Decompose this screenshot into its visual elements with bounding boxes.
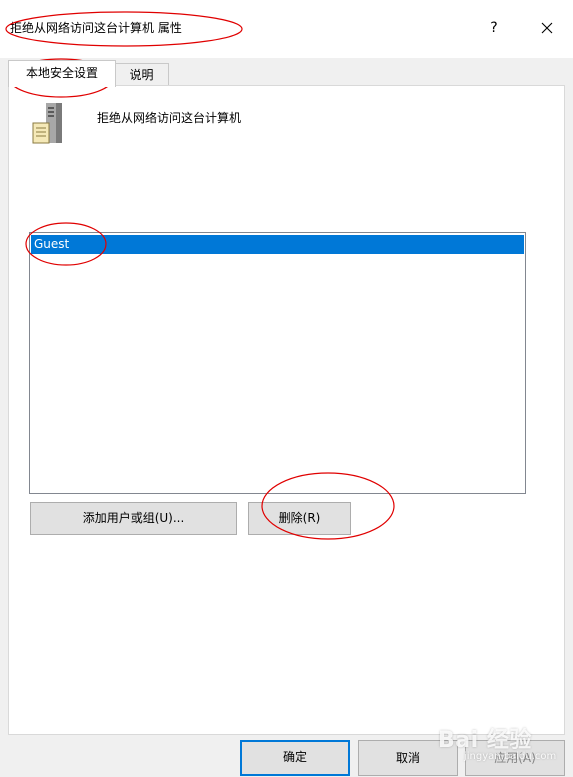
close-icon <box>541 22 553 34</box>
title-bar: 拒绝从网络访问这台计算机 属性 ? <box>0 0 573 58</box>
tab-explain[interactable]: 说明 <box>114 63 169 86</box>
cancel-button[interactable]: 取消 <box>358 740 458 776</box>
members-listbox[interactable]: Guest <box>29 232 526 494</box>
server-computer-icon <box>32 103 62 144</box>
policy-name: 拒绝从网络访问这台计算机 <box>97 111 242 125</box>
apply-button[interactable]: 应用(A) <box>465 740 565 776</box>
remove-button[interactable]: 删除(R) <box>248 502 351 535</box>
ok-button[interactable]: 确定 <box>240 740 350 776</box>
window-title: 拒绝从网络访问这台计算机 属性 <box>10 21 182 35</box>
tab-local-security-setting[interactable]: 本地安全设置 <box>8 60 116 87</box>
close-button[interactable] <box>534 14 560 42</box>
help-button[interactable]: ? <box>482 14 506 42</box>
list-item-guest[interactable]: Guest <box>31 235 524 254</box>
add-user-or-group-button[interactable]: 添加用户或组(U)... <box>30 502 237 535</box>
